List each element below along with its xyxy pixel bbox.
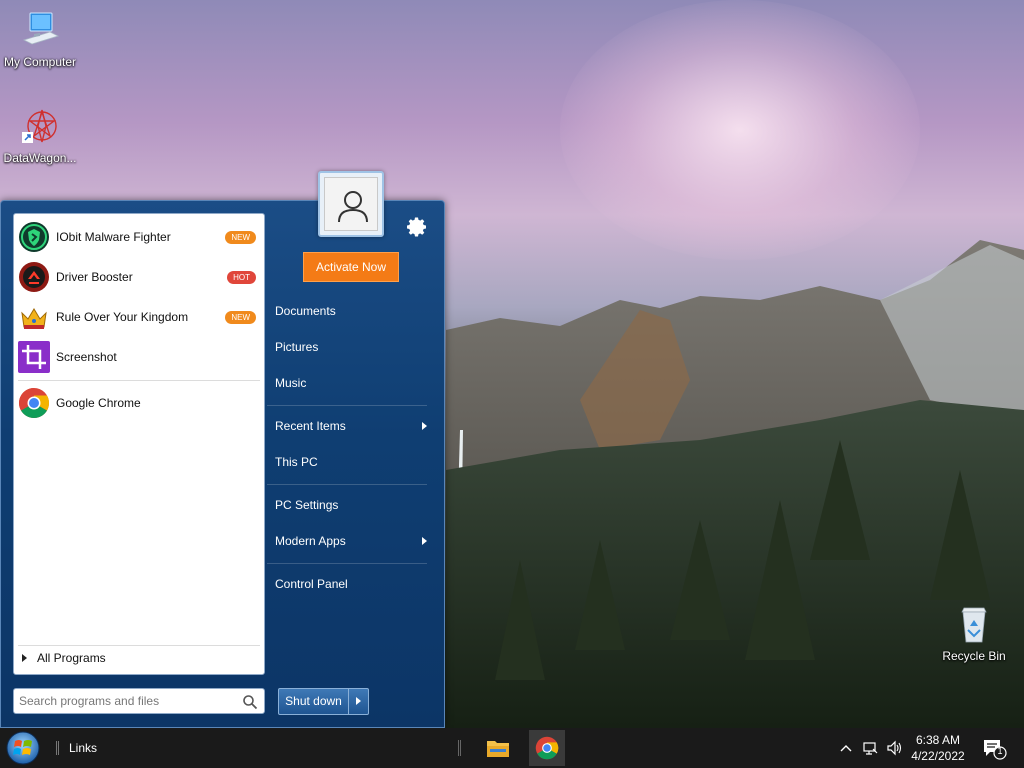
chrome-icon xyxy=(535,736,559,760)
submenu-arrow-icon xyxy=(422,537,427,545)
screenshot-crop-icon xyxy=(18,341,50,373)
menu-item-label: Recent Items xyxy=(275,419,346,433)
hot-badge: HOT xyxy=(227,271,256,284)
computer-icon xyxy=(22,12,60,45)
folder-icon xyxy=(487,741,509,757)
program-label: Google Chrome xyxy=(56,396,141,410)
start-menu: Activate Now IObit Malware Fighter NEW D… xyxy=(0,171,445,728)
system-clock[interactable]: 6:38 AM 4/22/2022 xyxy=(900,732,976,764)
show-hidden-icons-chevron-up-icon[interactable] xyxy=(838,740,854,756)
programs-divider xyxy=(18,380,260,381)
driver-booster-icon xyxy=(19,262,49,292)
taskbar-google-chrome[interactable] xyxy=(529,730,565,766)
shutdown-divider xyxy=(348,689,349,714)
search-icon[interactable] xyxy=(242,694,258,710)
shutdown-options-arrow-icon[interactable] xyxy=(356,697,361,705)
desktop-icon-label: Recycle Bin xyxy=(942,649,1006,663)
taskbar: Links 6:38 AM 4/22/2022 1 xyxy=(0,728,1024,768)
notification-message-icon xyxy=(984,740,1007,760)
taskbar-file-explorer[interactable] xyxy=(480,730,516,766)
shutdown-button[interactable]: Shut down xyxy=(279,689,348,714)
program-item-screenshot[interactable]: Screenshot xyxy=(18,338,262,376)
menu-item-label: Modern Apps xyxy=(275,534,346,548)
new-badge: NEW xyxy=(225,311,256,324)
desktop-icon-label: My Computer xyxy=(3,55,77,69)
menu-item-modern-apps[interactable]: Modern Apps xyxy=(265,526,435,556)
desktop-icon-datawagon[interactable]: DataWagon... xyxy=(0,106,80,165)
expand-arrow-icon xyxy=(22,654,27,662)
menu-divider xyxy=(267,563,427,564)
clock-time: 6:38 AM xyxy=(915,733,961,747)
menu-item-documents[interactable]: Documents xyxy=(265,296,435,326)
datawagon-icon xyxy=(22,109,57,143)
network-icon[interactable] xyxy=(862,740,878,756)
new-badge: NEW xyxy=(225,231,256,244)
recycle-bin-icon xyxy=(961,607,987,643)
menu-divider xyxy=(267,484,427,485)
chrome-icon xyxy=(18,388,50,419)
program-label: Screenshot xyxy=(56,350,117,364)
user-icon xyxy=(338,191,368,223)
taskbar-grip xyxy=(458,740,461,756)
program-label: IObit Malware Fighter xyxy=(56,230,171,244)
menu-divider xyxy=(267,405,427,406)
links-toolbar[interactable]: Links xyxy=(56,728,97,768)
program-item-google-chrome[interactable]: Google Chrome xyxy=(18,384,262,422)
menu-item-pictures[interactable]: Pictures xyxy=(265,332,435,362)
start-orb-icon[interactable] xyxy=(4,730,42,766)
user-avatar[interactable] xyxy=(318,171,384,237)
action-center-button[interactable]: 1 xyxy=(982,738,1008,760)
program-item-iobit-malware-fighter[interactable]: IObit Malware Fighter NEW xyxy=(18,218,262,256)
menu-item-music[interactable]: Music xyxy=(265,368,435,398)
toolbar-grip xyxy=(56,741,59,755)
programs-pane: IObit Malware Fighter NEW Driver Booster… xyxy=(13,213,265,675)
program-label: Driver Booster xyxy=(56,270,133,284)
search-box[interactable] xyxy=(13,688,265,714)
all-programs-label: All Programs xyxy=(37,651,106,665)
desktop-icon-label: DataWagon... xyxy=(3,151,77,165)
settings-gear-icon[interactable] xyxy=(405,215,429,239)
all-programs-button[interactable]: All Programs xyxy=(22,651,106,665)
submenu-arrow-icon xyxy=(422,422,427,430)
kingdom-crown-icon xyxy=(21,308,47,329)
menu-item-control-panel[interactable]: Control Panel xyxy=(265,569,435,599)
program-item-driver-booster[interactable]: Driver Booster HOT xyxy=(18,258,262,296)
program-label: Rule Over Your Kingdom xyxy=(56,310,189,324)
notification-count: 1 xyxy=(997,746,1003,756)
clock-date: 4/22/2022 xyxy=(911,749,965,763)
menu-item-this-pc[interactable]: This PC xyxy=(265,447,435,477)
search-input[interactable] xyxy=(19,692,237,710)
all-programs-divider xyxy=(18,645,260,646)
desktop-icon-recycle-bin[interactable]: Recycle Bin xyxy=(934,604,1014,663)
menu-item-recent-items[interactable]: Recent Items xyxy=(265,411,435,441)
program-item-rule-over-your-kingdom[interactable]: Rule Over Your Kingdom NEW xyxy=(18,298,262,336)
shutdown-button-group: Shut down xyxy=(278,688,369,715)
iobit-shield-icon xyxy=(19,222,49,252)
activate-now-button[interactable]: Activate Now xyxy=(303,252,399,282)
menu-item-pc-settings[interactable]: PC Settings xyxy=(265,490,435,520)
links-label: Links xyxy=(69,741,98,755)
desktop-icon-my-computer[interactable]: My Computer xyxy=(0,10,80,69)
